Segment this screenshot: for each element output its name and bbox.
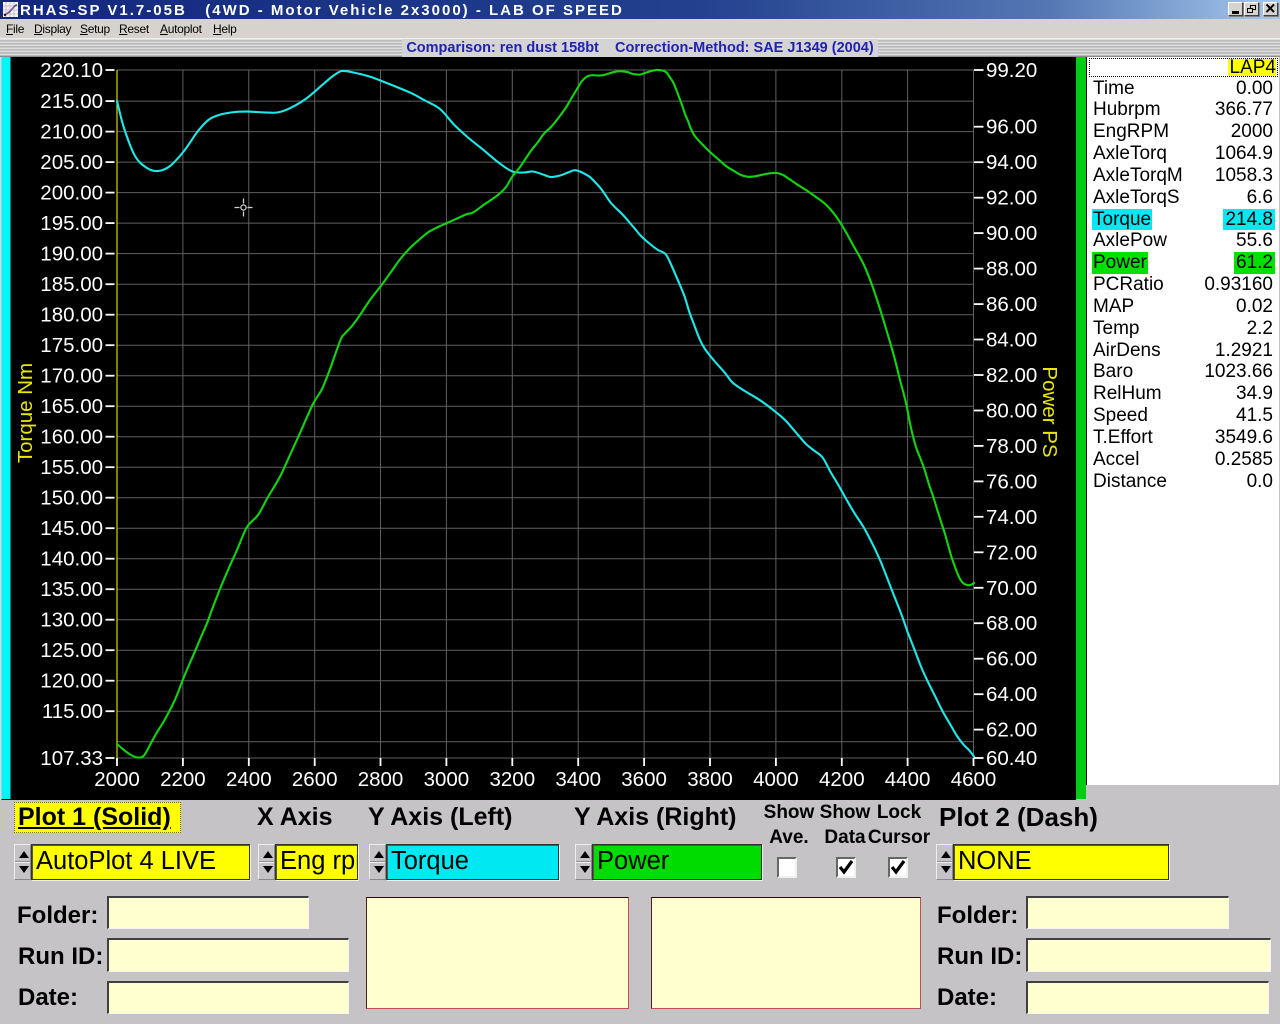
svg-text:3600: 3600 [621, 768, 667, 791]
svg-text:62.00: 62.00 [986, 719, 1037, 742]
svg-text:2600: 2600 [292, 768, 338, 791]
svg-text:195.00: 195.00 [40, 212, 103, 235]
svg-text:210.00: 210.00 [40, 121, 103, 144]
svg-text:92.00: 92.00 [986, 187, 1037, 210]
svg-text:82.00: 82.00 [986, 364, 1037, 387]
svg-text:86.00: 86.00 [986, 293, 1037, 316]
svg-text:145.00: 145.00 [40, 517, 103, 540]
svg-text:84.00: 84.00 [986, 329, 1037, 352]
svg-text:4200: 4200 [819, 768, 865, 791]
svg-text:215.00: 215.00 [40, 90, 103, 113]
svg-text:96.00: 96.00 [986, 116, 1037, 139]
svg-text:150.00: 150.00 [40, 487, 103, 510]
svg-text:80.00: 80.00 [986, 400, 1037, 423]
svg-text:76.00: 76.00 [986, 470, 1037, 493]
svg-text:125.00: 125.00 [40, 639, 103, 662]
svg-text:Power PS: Power PS [1038, 366, 1061, 457]
svg-text:78.00: 78.00 [986, 435, 1037, 458]
svg-text:4600: 4600 [951, 768, 997, 791]
svg-text:60.40: 60.40 [986, 747, 1037, 770]
svg-text:3800: 3800 [687, 768, 733, 791]
svg-text:4400: 4400 [885, 768, 931, 791]
svg-text:70.00: 70.00 [986, 577, 1037, 600]
svg-text:175.00: 175.00 [40, 334, 103, 357]
svg-text:99.20: 99.20 [986, 59, 1037, 82]
svg-text:74.00: 74.00 [986, 506, 1037, 529]
svg-text:205.00: 205.00 [40, 151, 103, 174]
svg-text:180.00: 180.00 [40, 304, 103, 327]
svg-text:165.00: 165.00 [40, 395, 103, 418]
svg-text:2400: 2400 [226, 768, 272, 791]
svg-text:160.00: 160.00 [40, 426, 103, 449]
svg-text:68.00: 68.00 [986, 612, 1037, 635]
svg-text:185.00: 185.00 [40, 273, 103, 296]
svg-text:107.33: 107.33 [40, 747, 103, 770]
svg-text:155.00: 155.00 [40, 456, 103, 479]
svg-text:94.00: 94.00 [986, 151, 1037, 174]
svg-text:72.00: 72.00 [986, 541, 1037, 564]
svg-text:200.00: 200.00 [40, 182, 103, 205]
svg-text:3200: 3200 [489, 768, 535, 791]
svg-text:Torque Nm: Torque Nm [14, 363, 37, 463]
svg-text:2000: 2000 [94, 768, 140, 791]
svg-text:2200: 2200 [160, 768, 206, 791]
svg-text:66.00: 66.00 [986, 648, 1037, 671]
svg-text:2800: 2800 [358, 768, 404, 791]
svg-text:220.10: 220.10 [40, 59, 103, 82]
svg-text:140.00: 140.00 [40, 548, 103, 571]
svg-text:190.00: 190.00 [40, 243, 103, 266]
svg-text:4000: 4000 [753, 768, 799, 791]
svg-text:120.00: 120.00 [40, 670, 103, 693]
svg-text:115.00: 115.00 [42, 700, 103, 723]
svg-text:170.00: 170.00 [40, 365, 103, 388]
svg-text:88.00: 88.00 [986, 258, 1037, 281]
svg-text:130.00: 130.00 [40, 609, 103, 632]
svg-text:90.00: 90.00 [986, 222, 1037, 245]
svg-text:64.00: 64.00 [986, 683, 1037, 706]
svg-text:3000: 3000 [424, 768, 470, 791]
svg-text:135.00: 135.00 [40, 578, 103, 601]
svg-text:3400: 3400 [555, 768, 601, 791]
